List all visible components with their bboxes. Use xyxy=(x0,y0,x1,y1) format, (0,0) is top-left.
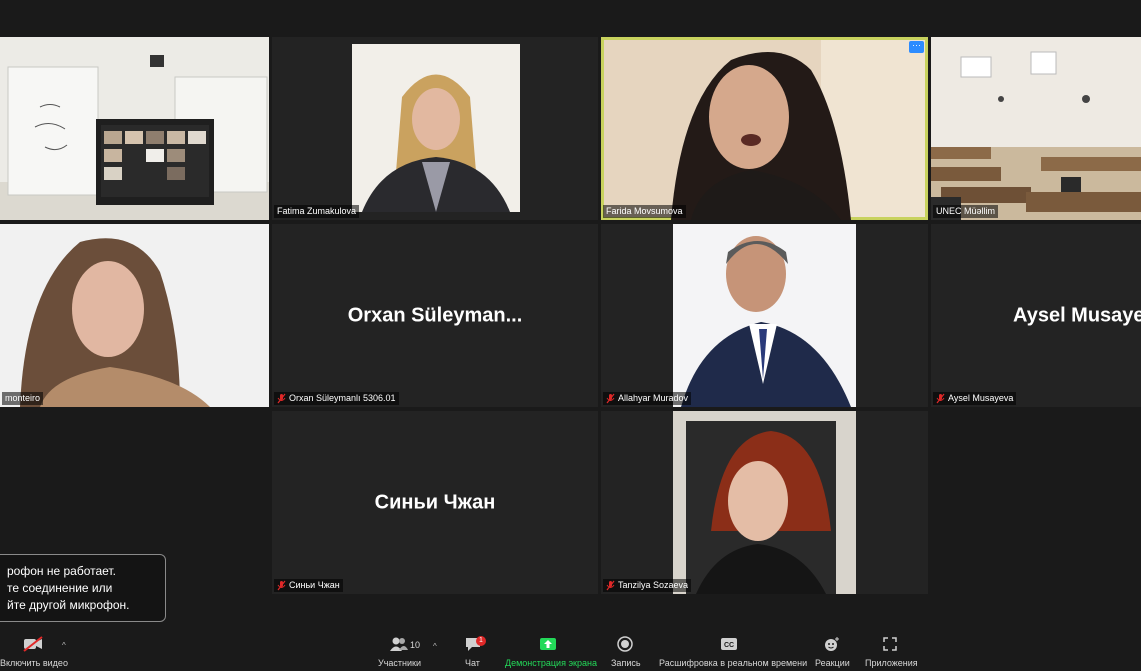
top-bar xyxy=(0,0,1141,36)
participant-name: Aysel Musayeva xyxy=(948,393,1014,403)
participant-display-name: Aysel Musaye xyxy=(1013,304,1141,326)
chat-button[interactable]: 1 Чат xyxy=(458,632,488,671)
participant-display-name: Синьи Чжан xyxy=(374,491,496,513)
video-tile-sinyi[interactable]: Синьи Чжан Синьи Чжан xyxy=(272,411,598,594)
meeting-toolbar: ^ Включить видео 10 ^ Участники 1 Чат Де… xyxy=(0,632,1141,671)
video-tile-tanzilya[interactable]: Tanzilya Sozaeva xyxy=(601,411,928,594)
video-tile-allahyar[interactable]: Allahyar Muradov xyxy=(601,224,928,407)
participant-name: Fatima Zumakulova xyxy=(277,206,357,216)
start-video-button[interactable]: ^ Включить видео xyxy=(0,632,72,671)
participant-name: Orxan Süleymanlı 5306.01 xyxy=(289,393,396,403)
toast-line: йте другой микрофон. xyxy=(7,598,130,612)
participant-name-tag: Farida Movsumova xyxy=(603,205,686,218)
mic-muted-icon xyxy=(606,393,615,404)
apps-icon xyxy=(882,636,898,657)
toast-line: те соединение или xyxy=(7,581,113,595)
participant-name: Farida Movsumova xyxy=(606,206,683,216)
mic-muted-icon xyxy=(936,393,945,404)
apps-label: Приложения xyxy=(865,658,918,668)
reactions-label: Реакции xyxy=(815,658,850,668)
video-tile-classroom[interactable] xyxy=(0,37,269,220)
mic-muted-icon xyxy=(277,580,286,591)
allahyar-photo xyxy=(673,224,856,407)
participant-name-tag: UNEC Müəllim xyxy=(933,205,999,218)
share-screen-icon xyxy=(539,636,557,657)
reactions-button[interactable]: Реакции xyxy=(812,632,852,671)
share-screen-label: Демонстрация экрана xyxy=(505,658,597,668)
mic-warning-toast[interactable]: рофон не работает. те соединение или йте… xyxy=(0,554,166,622)
participant-name: Синьи Чжан xyxy=(289,580,340,590)
closed-caption-icon: CC xyxy=(720,636,738,657)
participants-count: 10 xyxy=(410,640,421,650)
participant-name-tag: Fatima Zumakulova xyxy=(274,205,360,218)
participant-display-name: Orxan Süleyman... xyxy=(347,304,523,326)
participant-name-tag: Синьи Чжан xyxy=(274,579,343,592)
video-tile-monteiro[interactable]: monteiro xyxy=(0,224,269,407)
record-button[interactable]: Запись xyxy=(606,632,644,671)
video-off-icon xyxy=(23,636,43,657)
participants-label: Участники xyxy=(378,658,421,668)
participants-icon xyxy=(389,636,409,657)
tanzilya-photo xyxy=(673,411,856,594)
record-label: Запись xyxy=(611,658,641,668)
mic-muted-icon xyxy=(277,393,286,404)
svg-text:CC: CC xyxy=(724,642,734,649)
monteiro-video xyxy=(0,224,269,407)
video-tile-farida-active-speaker[interactable]: ··· Farida Movsumova xyxy=(601,37,928,220)
chat-badge: 1 xyxy=(476,636,486,646)
video-tile-unec[interactable]: UNEC Müəllim xyxy=(931,37,1141,220)
participant-name-tag: Allahyar Muradov xyxy=(603,392,692,405)
video-tile-orxan[interactable]: Orxan Süleyman... Orxan Süleymanlı 5306.… xyxy=(272,224,598,407)
mic-muted-icon xyxy=(606,580,615,591)
participant-name: UNEC Müəllim xyxy=(936,206,996,216)
participant-name-tag: Orxan Süleymanlı 5306.01 xyxy=(274,392,399,405)
reactions-icon xyxy=(823,636,841,657)
participant-name: Allahyar Muradov xyxy=(618,393,689,403)
apps-button[interactable]: Приложения xyxy=(863,632,919,671)
unec-classroom-video xyxy=(931,37,1141,220)
record-icon xyxy=(617,636,633,657)
video-label: Включить видео xyxy=(0,658,68,668)
participant-name-tag: Aysel Musayeva xyxy=(933,392,1017,405)
live-transcript-label: Расшифровка в реальном времени xyxy=(659,658,808,668)
video-options-caret[interactable]: ^ xyxy=(62,641,66,650)
participants-caret[interactable]: ^ xyxy=(433,642,437,651)
share-screen-button[interactable]: Демонстрация экрана xyxy=(504,632,597,671)
participant-name-tag: Tanzilya Sozaeva xyxy=(603,579,692,592)
classroom-video xyxy=(0,37,269,220)
more-options-button[interactable]: ··· xyxy=(909,41,924,53)
participant-name: Tanzilya Sozaeva xyxy=(618,580,689,590)
video-tile-aysel[interactable]: Aysel Musaye Aysel Musayeva xyxy=(931,224,1141,407)
farida-video xyxy=(604,40,925,220)
participant-name: monteiro xyxy=(5,393,41,403)
fatima-photo xyxy=(352,44,520,212)
chat-label: Чат xyxy=(465,658,480,668)
video-tile-fatima[interactable]: Fatima Zumakulova xyxy=(272,37,598,220)
participant-name-tag: monteiro xyxy=(2,392,44,405)
live-transcript-button[interactable]: CC Расшифровка в реальном времени xyxy=(658,632,807,671)
toast-line: рофон не работает. xyxy=(7,564,116,578)
participants-button[interactable]: 10 ^ Участники xyxy=(375,632,445,671)
